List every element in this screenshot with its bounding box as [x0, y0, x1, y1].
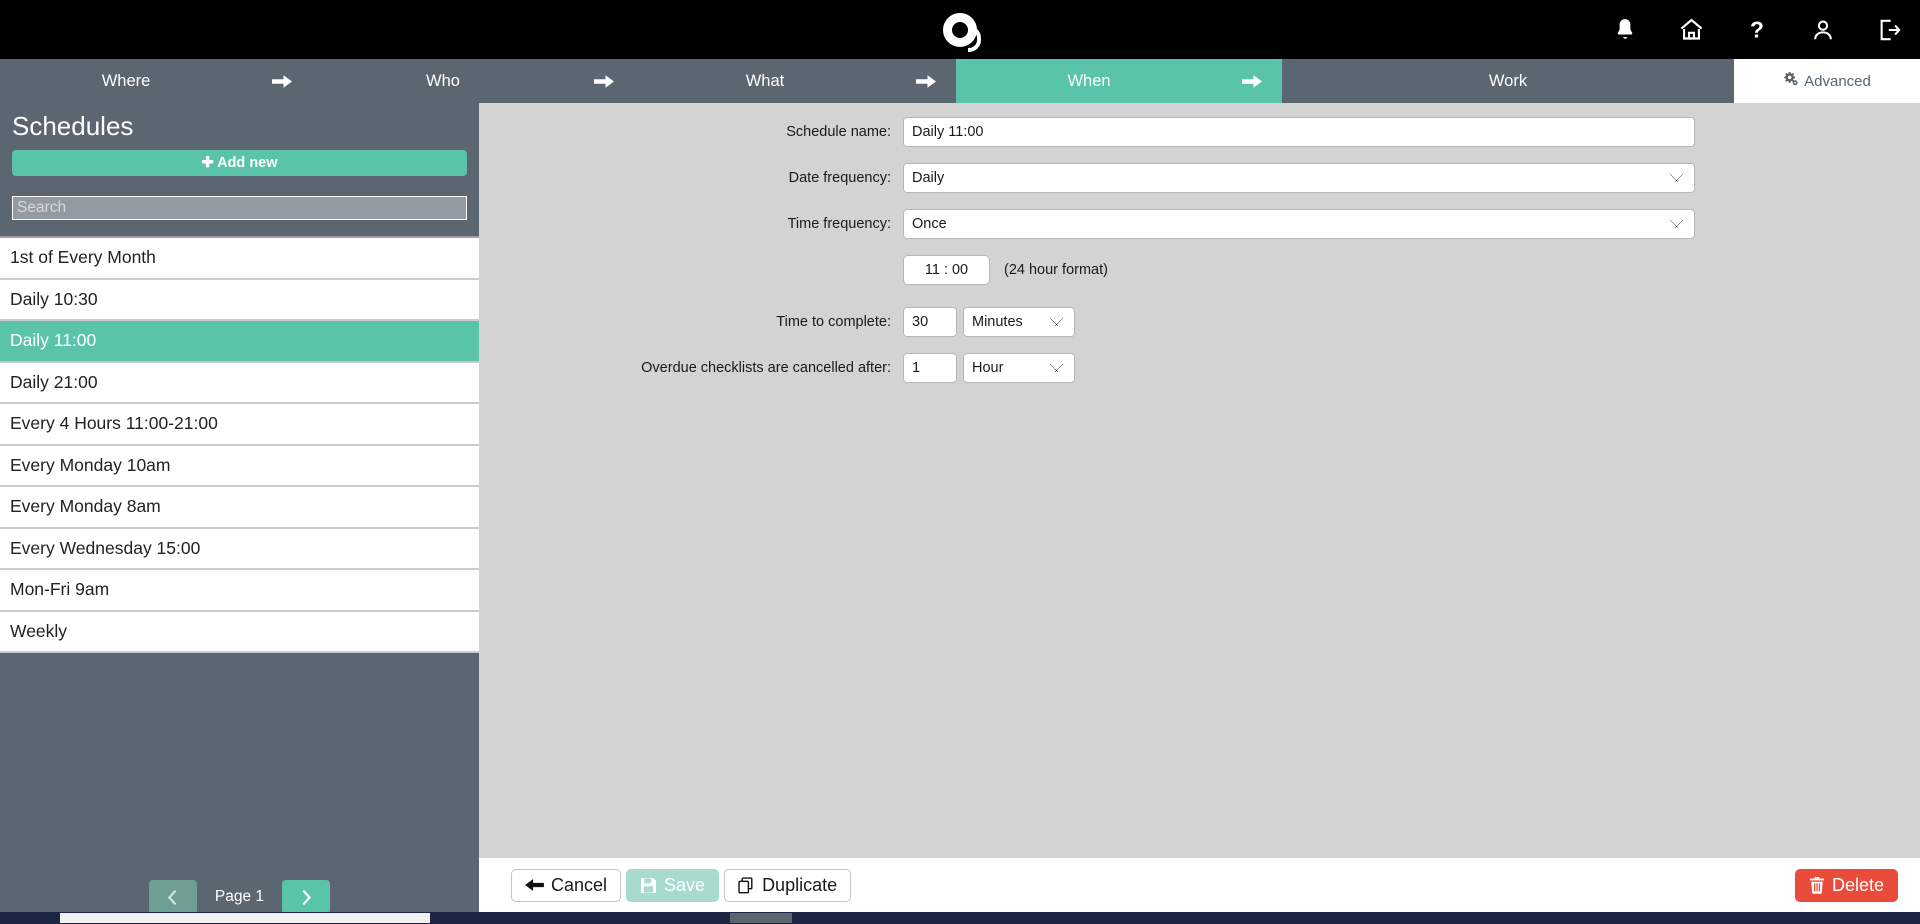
- time-frequency-select[interactable]: Once: [903, 209, 1695, 239]
- field-time-of-day: 11 : 00 (24 hour format): [479, 255, 1920, 285]
- field-time-to-complete: Time to complete: Minutes: [479, 307, 1920, 337]
- save-button-label: Save: [664, 875, 705, 896]
- schedules-list[interactable]: 1st of Every Month Daily 10:30 Daily 11:…: [0, 236, 479, 653]
- horizontal-scrollbar[interactable]: [0, 912, 1920, 924]
- duplicate-button[interactable]: Duplicate: [724, 869, 851, 902]
- list-item-label: 1st of Every Month: [10, 247, 156, 268]
- overdue-cancel-amount-input[interactable]: [903, 353, 957, 383]
- list-item[interactable]: Every Wednesday 15:00: [0, 529, 479, 571]
- tab-work[interactable]: Work: [1282, 59, 1734, 103]
- tab-when[interactable]: When: [956, 59, 1222, 103]
- pagination: Page 1: [0, 880, 479, 914]
- field-overdue-cancel: Overdue checklists are cancelled after: …: [479, 353, 1920, 383]
- list-item-label: Every Monday 10am: [10, 455, 171, 476]
- tab-who[interactable]: Who: [312, 59, 574, 103]
- list-item[interactable]: Every Monday 10am: [0, 446, 479, 488]
- list-item-label: Weekly: [10, 621, 67, 642]
- tab-who-label: Who: [426, 72, 460, 91]
- list-item[interactable]: Weekly: [0, 612, 479, 654]
- app-header: ?: [0, 0, 1920, 59]
- app-logo[interactable]: [939, 9, 981, 51]
- list-item-label: Every Wednesday 15:00: [10, 538, 200, 559]
- svg-text:?: ?: [1750, 17, 1764, 43]
- overdue-cancel-label: Overdue checklists are cancelled after:: [479, 360, 903, 376]
- tab-when-label: When: [1067, 72, 1110, 91]
- page-label: Page 1: [215, 888, 264, 906]
- list-item-selected[interactable]: Daily 11:00: [0, 321, 479, 363]
- tab-what-label: What: [746, 72, 785, 91]
- list-item-label: Mon-Fri 9am: [10, 579, 109, 600]
- time-input[interactable]: 11 : 00: [903, 255, 990, 285]
- logo-ring-icon: [943, 13, 977, 47]
- tab-advanced[interactable]: Advanced: [1734, 59, 1920, 103]
- list-item-label: Every 4 Hours 11:00-21:00: [10, 413, 218, 434]
- overdue-cancel-unit-select[interactable]: Hour: [963, 353, 1075, 383]
- schedule-name-label: Schedule name:: [479, 124, 903, 140]
- tab-where[interactable]: Where: [0, 59, 252, 103]
- trash-icon: [1809, 877, 1825, 894]
- help-icon[interactable]: ?: [1740, 13, 1774, 47]
- list-item-label: Daily 10:30: [10, 289, 98, 310]
- schedule-name-input[interactable]: [903, 117, 1695, 147]
- list-item-label: Every Monday 8am: [10, 496, 161, 517]
- scrollbar-thumb[interactable]: [60, 913, 430, 923]
- cancel-button[interactable]: Cancel: [511, 869, 621, 902]
- list-item-label: Daily 21:00: [10, 372, 98, 393]
- arrow-icon-3: [896, 59, 956, 103]
- cancel-button-label: Cancel: [551, 875, 607, 896]
- tab-what[interactable]: What: [634, 59, 896, 103]
- list-item[interactable]: Mon-Fri 9am: [0, 570, 479, 612]
- list-item[interactable]: 1st of Every Month: [0, 238, 479, 280]
- arrow-icon-4: [1222, 59, 1282, 103]
- date-frequency-label: Date frequency:: [479, 170, 903, 186]
- copy-icon: [738, 877, 755, 894]
- header-icon-group: ?: [1608, 0, 1906, 59]
- bell-icon[interactable]: [1608, 13, 1642, 47]
- sidebar-title: Schedules: [0, 103, 479, 148]
- logout-icon[interactable]: [1872, 13, 1906, 47]
- field-date-frequency: Date frequency: Daily: [479, 163, 1920, 193]
- time-to-complete-amount-input[interactable]: [903, 307, 957, 337]
- next-page-button[interactable]: [282, 880, 330, 914]
- search-input[interactable]: [12, 196, 467, 220]
- scrollbar-thumb-secondary[interactable]: [730, 913, 792, 923]
- date-frequency-select[interactable]: Daily: [903, 163, 1695, 193]
- add-new-button[interactable]: ✚ Add new: [12, 150, 467, 176]
- action-bar: Cancel Save Duplicate Delete: [479, 858, 1920, 912]
- list-item-label: Daily 11:00: [10, 330, 96, 351]
- time-to-complete-label: Time to complete:: [479, 314, 903, 330]
- list-item[interactable]: Every 4 Hours 11:00-21:00: [0, 404, 479, 446]
- delete-button[interactable]: Delete: [1795, 869, 1898, 902]
- field-schedule-name: Schedule name:: [479, 117, 1920, 147]
- arrow-icon-2: [574, 59, 634, 103]
- wizard-nav: Where Who What When Work Advanced: [0, 59, 1920, 103]
- time-format-note: (24 hour format): [1004, 262, 1108, 278]
- list-item[interactable]: Daily 21:00: [0, 363, 479, 405]
- schedules-sidebar: Schedules ✚ Add new 1st of Every Month D…: [0, 103, 479, 924]
- tab-advanced-label: Advanced: [1804, 73, 1871, 90]
- duplicate-button-label: Duplicate: [762, 875, 837, 896]
- home-icon[interactable]: [1674, 13, 1708, 47]
- field-time-frequency: Time frequency: Once: [479, 209, 1920, 239]
- delete-button-label: Delete: [1832, 875, 1884, 896]
- time-to-complete-unit-select[interactable]: Minutes: [963, 307, 1075, 337]
- arrow-icon-1: [252, 59, 312, 103]
- floppy-disk-icon: [640, 877, 657, 894]
- tab-where-label: Where: [102, 72, 151, 91]
- gears-icon: [1783, 72, 1798, 90]
- time-frequency-label: Time frequency:: [479, 216, 903, 232]
- list-item[interactable]: Daily 10:30: [0, 280, 479, 322]
- back-arrow-icon: [525, 877, 544, 893]
- user-icon[interactable]: [1806, 13, 1840, 47]
- save-button[interactable]: Save: [626, 869, 719, 902]
- schedule-form-panel: Schedule name: Date frequency: Daily Tim…: [479, 103, 1920, 882]
- tab-work-label: Work: [1489, 72, 1527, 91]
- list-item[interactable]: Every Monday 8am: [0, 487, 479, 529]
- prev-page-button[interactable]: [149, 880, 197, 914]
